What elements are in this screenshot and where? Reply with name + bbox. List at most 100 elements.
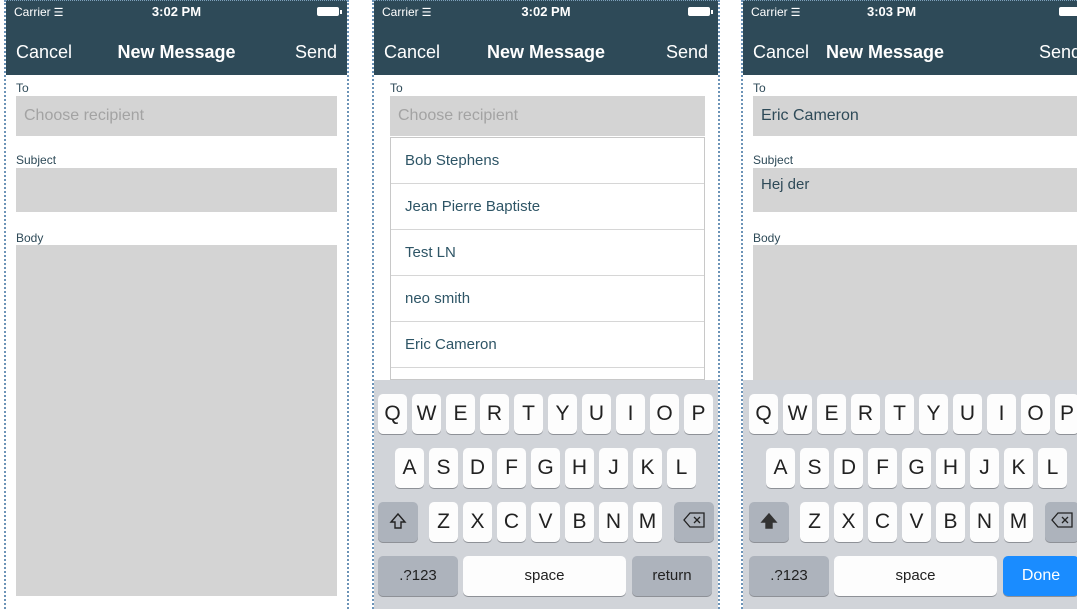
key[interactable]: S [429,448,458,488]
shift-key[interactable] [378,502,418,542]
subject-input[interactable] [16,168,337,212]
subject-input[interactable]: Hej der [753,168,1077,212]
key[interactable]: L [667,448,696,488]
key[interactable]: O [650,394,679,434]
key[interactable]: B [936,502,965,542]
body-input[interactable] [753,245,1077,385]
key[interactable]: L [1038,448,1067,488]
key[interactable]: M [633,502,662,542]
keyboard: Q W E R T Y U I O P A S D F G H J K L Z [743,380,1077,609]
battery-icon [1059,7,1077,16]
shift-key[interactable] [749,502,789,542]
key[interactable]: V [902,502,931,542]
return-key[interactable]: return [632,556,712,596]
space-key[interactable]: space [463,556,626,596]
subject-label: Subject [753,153,794,167]
send-button[interactable]: Send [1039,42,1077,63]
key[interactable]: R [851,394,880,434]
key[interactable]: N [970,502,999,542]
key[interactable]: D [834,448,863,488]
keyboard-row-1: Q W E R T Y U I O P [743,394,1077,436]
navigation-bar: Carrier ☰ 3:02 PM Cancel New Message Send [374,0,718,75]
key[interactable]: X [463,502,492,542]
key[interactable]: P [1055,394,1077,434]
key[interactable]: E [446,394,475,434]
carrier-label: Carrier [751,5,788,19]
key[interactable]: A [395,448,424,488]
key[interactable]: X [834,502,863,542]
key[interactable]: N [599,502,628,542]
subject-label: Subject [16,153,57,167]
key[interactable]: M [1004,502,1033,542]
recipient-option[interactable]: Eric Cameron [391,322,704,368]
key[interactable]: I [987,394,1016,434]
key[interactable]: U [582,394,611,434]
screen-compose-filled: Carrier ☰ 3:03 PM Cancel New Message Send… [741,0,1077,609]
recipient-option[interactable]: neo smith [391,276,704,322]
keyboard-row-4: .?123 space return [374,556,718,598]
key[interactable]: E [817,394,846,434]
recipient-input[interactable]: Eric Cameron [753,96,1077,136]
key[interactable]: H [565,448,594,488]
key[interactable]: I [616,394,645,434]
key[interactable]: T [885,394,914,434]
key[interactable]: H [936,448,965,488]
key[interactable]: Z [429,502,458,542]
key[interactable]: Y [548,394,577,434]
recipient-option[interactable]: Jean Pierre Baptiste [391,184,704,230]
space-key[interactable]: space [834,556,997,596]
key[interactable]: T [514,394,543,434]
key[interactable]: V [531,502,560,542]
body-label: Body [753,231,781,245]
delete-icon [1051,512,1073,528]
key[interactable]: W [783,394,812,434]
done-key[interactable]: Done [1003,556,1077,596]
key[interactable]: W [412,394,441,434]
screen-choose-recipient: Carrier ☰ 3:02 PM Cancel New Message Send… [372,0,720,609]
keyboard-row-2: A S D F G H J K L [743,448,1077,490]
key[interactable]: Z [800,502,829,542]
delete-key[interactable] [1045,502,1077,542]
key[interactable]: C [868,502,897,542]
numbers-key[interactable]: .?123 [749,556,829,596]
recipient-option[interactable]: Bob Stephens [391,138,704,184]
to-label: To [753,81,766,95]
keyboard-row-1: Q W E R T Y U I O P [374,394,718,436]
key[interactable]: J [970,448,999,488]
recipient-option[interactable]: Test LN [391,230,704,276]
to-label: To [16,81,29,95]
shift-icon [389,512,407,529]
recipient-dropdown: Bob Stephens Jean Pierre Baptiste Test L… [390,137,705,380]
recipient-input[interactable]: Choose recipient [390,96,705,136]
battery-icon [317,7,342,16]
key[interactable]: F [868,448,897,488]
key[interactable]: G [531,448,560,488]
key[interactable]: B [565,502,594,542]
key[interactable]: G [902,448,931,488]
send-button[interactable]: Send [666,42,708,63]
key[interactable]: F [497,448,526,488]
body-input[interactable] [16,245,337,596]
key[interactable]: D [463,448,492,488]
key[interactable]: O [1021,394,1050,434]
key[interactable]: Q [749,394,778,434]
key[interactable]: K [1004,448,1033,488]
key[interactable]: S [800,448,829,488]
key[interactable]: R [480,394,509,434]
key[interactable]: Q [378,394,407,434]
battery-icon [688,7,713,16]
key[interactable]: U [953,394,982,434]
body-label: Body [16,231,44,245]
key[interactable]: J [599,448,628,488]
navigation-bar: Carrier ☰ 3:03 PM Cancel New Message Send [743,0,1077,75]
delete-key[interactable] [674,502,714,542]
numbers-key[interactable]: .?123 [378,556,458,596]
key[interactable]: K [633,448,662,488]
recipient-input[interactable]: Choose recipient [16,96,337,136]
key[interactable]: P [684,394,713,434]
send-button[interactable]: Send [295,42,337,63]
key[interactable]: A [766,448,795,488]
key[interactable]: C [497,502,526,542]
key[interactable]: Y [919,394,948,434]
page-title: New Message [825,42,945,62]
